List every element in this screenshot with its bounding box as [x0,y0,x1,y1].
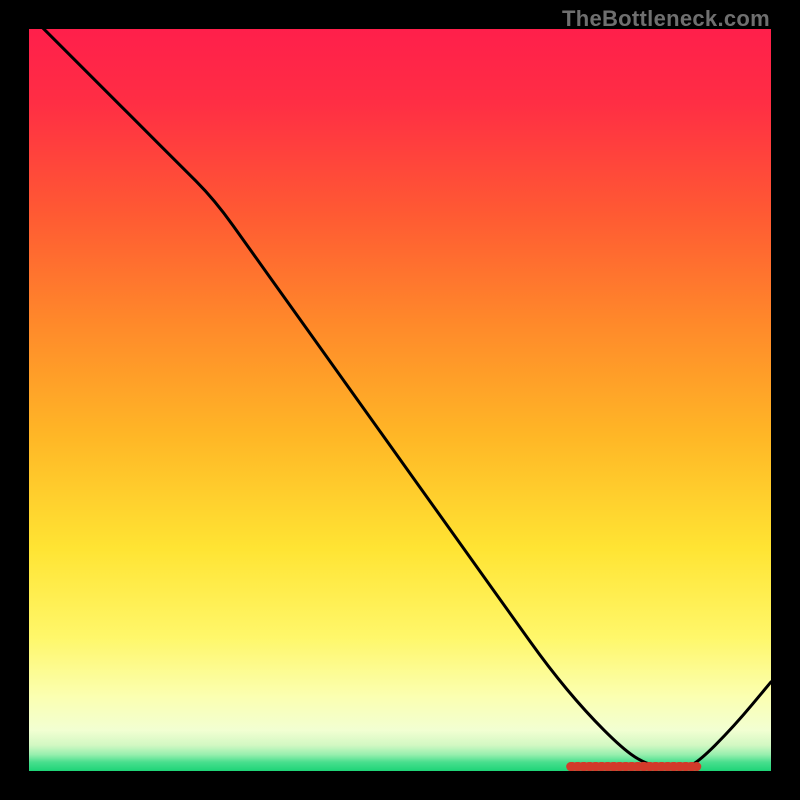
optimal-marker [29,29,771,771]
chart-frame [29,29,771,771]
chart-plot-area [29,29,771,771]
